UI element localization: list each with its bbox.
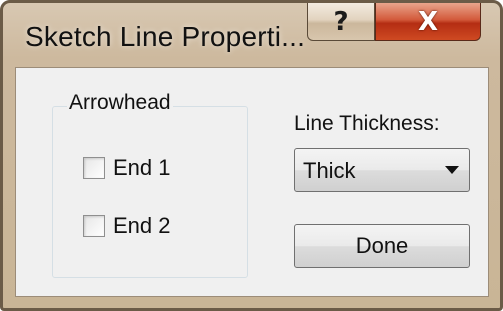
- end1-option[interactable]: End 1: [83, 155, 171, 181]
- end2-option[interactable]: End 2: [83, 213, 171, 239]
- line-thickness-value: Thick: [303, 158, 356, 183]
- chevron-down-icon[interactable]: [445, 166, 459, 174]
- close-icon: X: [417, 6, 439, 37]
- end2-label[interactable]: End 2: [113, 213, 171, 239]
- help-button[interactable]: ?: [307, 3, 375, 41]
- done-button[interactable]: Done: [294, 224, 470, 268]
- window-title: Sketch Line Properti...: [25, 21, 306, 52]
- dialog-content: Arrowhead End 1 End 2 Line Thickness: Th…: [15, 67, 489, 297]
- close-button[interactable]: X: [375, 3, 481, 41]
- end1-checkbox[interactable]: [83, 157, 105, 179]
- title-bar[interactable]: Sketch Line Properti... ? X: [3, 3, 500, 67]
- help-icon: ?: [333, 6, 349, 37]
- line-thickness-label: Line Thickness:: [294, 112, 440, 135]
- line-thickness-select[interactable]: Thick: [294, 148, 470, 192]
- arrowhead-group-label: Arrowhead: [67, 91, 173, 115]
- end2-checkbox[interactable]: [83, 215, 105, 237]
- dialog-window: Sketch Line Properti... ? X Arrowhead En…: [0, 0, 503, 311]
- arrowhead-group: Arrowhead End 1 End 2: [52, 91, 248, 278]
- end1-label[interactable]: End 1: [113, 155, 171, 181]
